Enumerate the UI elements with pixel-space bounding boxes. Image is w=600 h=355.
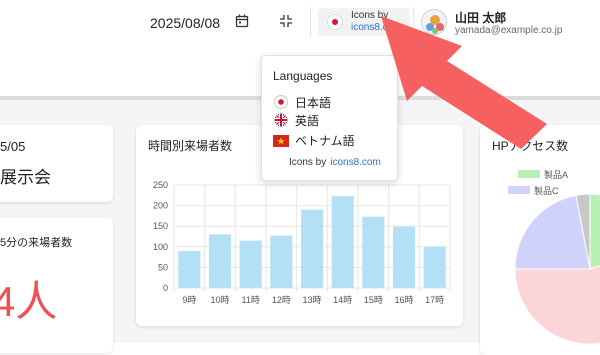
header-divider — [413, 7, 414, 37]
x-tick-label: 10時 — [210, 295, 229, 305]
icons8-link[interactable]: icons8.com — [330, 157, 381, 168]
hp-pie-chart: 製品A 製品C — [508, 169, 600, 345]
flag-vietnam-icon — [273, 134, 289, 152]
icons-credit-prefix: Icons by — [289, 157, 327, 168]
flag-japan-icon — [327, 14, 343, 30]
event-name: 展示会 — [0, 168, 51, 187]
y-tick-label: 50 — [158, 262, 168, 272]
bar — [423, 246, 446, 288]
event-card: 5/05 展示会 — [0, 125, 113, 202]
x-tick-label: 13時 — [302, 295, 321, 305]
calendar-icon[interactable] — [234, 13, 250, 29]
avatar[interactable] — [421, 9, 447, 35]
hp-access-card: HPアクセス数 製品A 製品C — [480, 125, 600, 355]
y-tick-label: 250 — [153, 180, 168, 190]
bar — [270, 235, 293, 288]
x-tick-label: 15時 — [364, 295, 383, 305]
language-label: 日本語 — [295, 96, 332, 110]
icons8-link[interactable]: icons8.com — [351, 22, 402, 34]
bar — [208, 234, 232, 288]
x-tick-label: 11時 — [241, 295, 259, 305]
y-tick-label: 200 — [153, 201, 168, 211]
legend-label: 製品C — [534, 185, 559, 196]
bar — [300, 209, 324, 288]
current-date: 2025/08/08 — [150, 15, 221, 31]
bar — [362, 216, 385, 288]
flag-uk-icon — [274, 113, 288, 132]
y-tick-label: 150 — [153, 221, 168, 231]
legend-label: 製品A — [544, 169, 568, 180]
user-email: yamada@example.co.jp — [455, 25, 563, 36]
x-tick-label: 12時 — [272, 295, 291, 305]
header-divider — [310, 7, 311, 37]
y-tick-label: 100 — [153, 242, 168, 252]
legend-swatch — [508, 186, 530, 194]
icons-credit: Icons by icons8.com — [289, 157, 381, 168]
user-name: 山田 太郎 — [455, 11, 507, 25]
x-tick-label: 16時 — [394, 295, 413, 305]
y-tick-label: 0 — [163, 283, 168, 293]
language-label: ベトナム語 — [295, 134, 355, 148]
bar — [239, 240, 262, 288]
visitor-count-value: 4人 — [0, 278, 58, 325]
visitor-count-label: 5分の来場者数 — [0, 237, 73, 249]
x-tick-label: 14時 — [333, 295, 352, 305]
bar — [331, 196, 354, 288]
language-label: 英語 — [295, 114, 320, 128]
language-selector-button[interactable]: Icons by icons8.com — [318, 8, 410, 36]
languages-title: Languages — [273, 69, 333, 83]
pie-slice — [589, 193, 600, 270]
visitor-count-card: 5分の来場者数 4人 — [0, 218, 113, 353]
flag-japan-icon — [274, 95, 288, 114]
language-popup: Languages 日本語 英語 ベトナム語 Icons by icons8.co… — [261, 55, 398, 181]
event-date: 5/05 — [0, 139, 26, 154]
icons-credit-prefix: Icons by — [351, 10, 389, 21]
x-tick-label: 9時 — [182, 295, 196, 305]
bar — [178, 250, 201, 288]
legend-swatch — [518, 170, 540, 178]
exit-fullscreen-icon[interactable] — [279, 14, 293, 28]
x-tick-label: 17時 — [425, 295, 444, 305]
bar — [392, 226, 416, 288]
